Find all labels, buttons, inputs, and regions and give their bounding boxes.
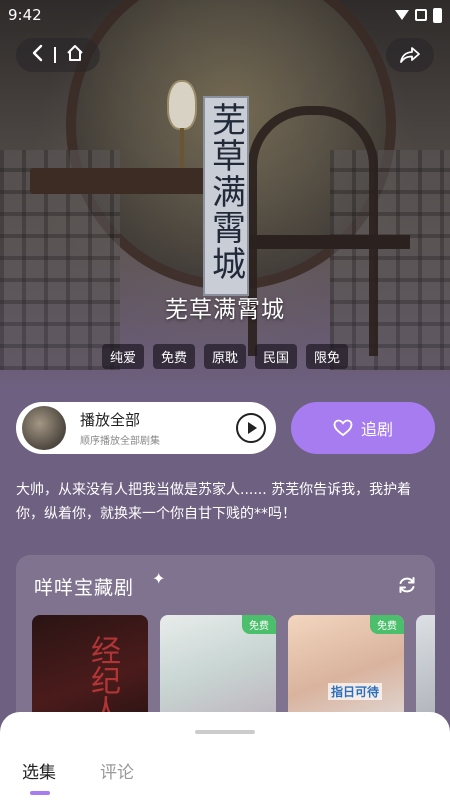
battery-icon xyxy=(433,7,442,23)
home-button[interactable] xyxy=(65,43,85,67)
play-all-button[interactable]: 播放全部 顺序播放全部剧集 xyxy=(16,402,276,454)
drama-title: 芜草满霄城 xyxy=(165,297,285,323)
heart-icon xyxy=(333,419,353,437)
tag[interactable]: 免费 xyxy=(152,344,195,369)
tag[interactable]: 民国 xyxy=(255,344,298,369)
play-all-thumbnail xyxy=(22,406,66,450)
calligraphy-scroll: 芜草满霄城 xyxy=(203,96,249,296)
refresh-button[interactable] xyxy=(397,575,417,599)
follow-label: 追剧 xyxy=(360,420,393,439)
status-time: 9:42 xyxy=(8,6,42,24)
drama-description: 大帅，从来没有人把我当做是苏家人...... 苏芜你告诉我，我护着你，纵着你，就… xyxy=(16,482,412,522)
home-icon xyxy=(67,45,84,61)
tab-episodes[interactable]: 选集 xyxy=(22,758,56,795)
treasure-title: 咩咩宝藏剧 xyxy=(34,577,135,599)
status-icons xyxy=(395,7,442,23)
nav-pill xyxy=(16,38,100,72)
scroll-text: 芜草满霄城 xyxy=(205,102,246,282)
notification-icon xyxy=(415,9,427,21)
play-all-subtitle: 顺序播放全部剧集 xyxy=(80,436,160,447)
wifi-icon xyxy=(395,10,409,20)
tag[interactable]: 限免 xyxy=(306,344,349,369)
tag[interactable]: 纯爱 xyxy=(101,344,144,369)
back-button[interactable] xyxy=(31,44,45,66)
lantern-stand xyxy=(180,128,184,168)
card-cover-text: 指日可待 xyxy=(328,683,383,700)
follow-button[interactable]: 追剧 xyxy=(291,402,435,454)
refresh-icon xyxy=(399,577,415,593)
play-all-label: 播放全部 xyxy=(80,411,141,429)
tag-list: 纯爱 免费 原耽 民国 限免 xyxy=(0,344,450,369)
share-icon xyxy=(400,47,420,63)
drag-handle[interactable] xyxy=(195,730,255,734)
sheet-tabs: 选集 评论 xyxy=(22,758,134,795)
tab-comments[interactable]: 评论 xyxy=(100,758,134,783)
tag[interactable]: 原耽 xyxy=(203,344,246,369)
share-button[interactable] xyxy=(386,38,434,72)
lantern xyxy=(167,80,197,130)
bottom-sheet: 选集 评论 xyxy=(0,712,450,800)
status-bar: 9:42 xyxy=(0,0,450,30)
play-icon[interactable] xyxy=(236,413,266,443)
sparkle-icon: ✦ xyxy=(152,569,166,588)
nav-divider xyxy=(53,47,56,63)
play-all-text: 播放全部 顺序播放全部剧集 xyxy=(80,409,160,447)
back-icon xyxy=(32,44,42,62)
free-badge: 免费 xyxy=(370,615,404,634)
free-badge: 免费 xyxy=(242,615,276,634)
